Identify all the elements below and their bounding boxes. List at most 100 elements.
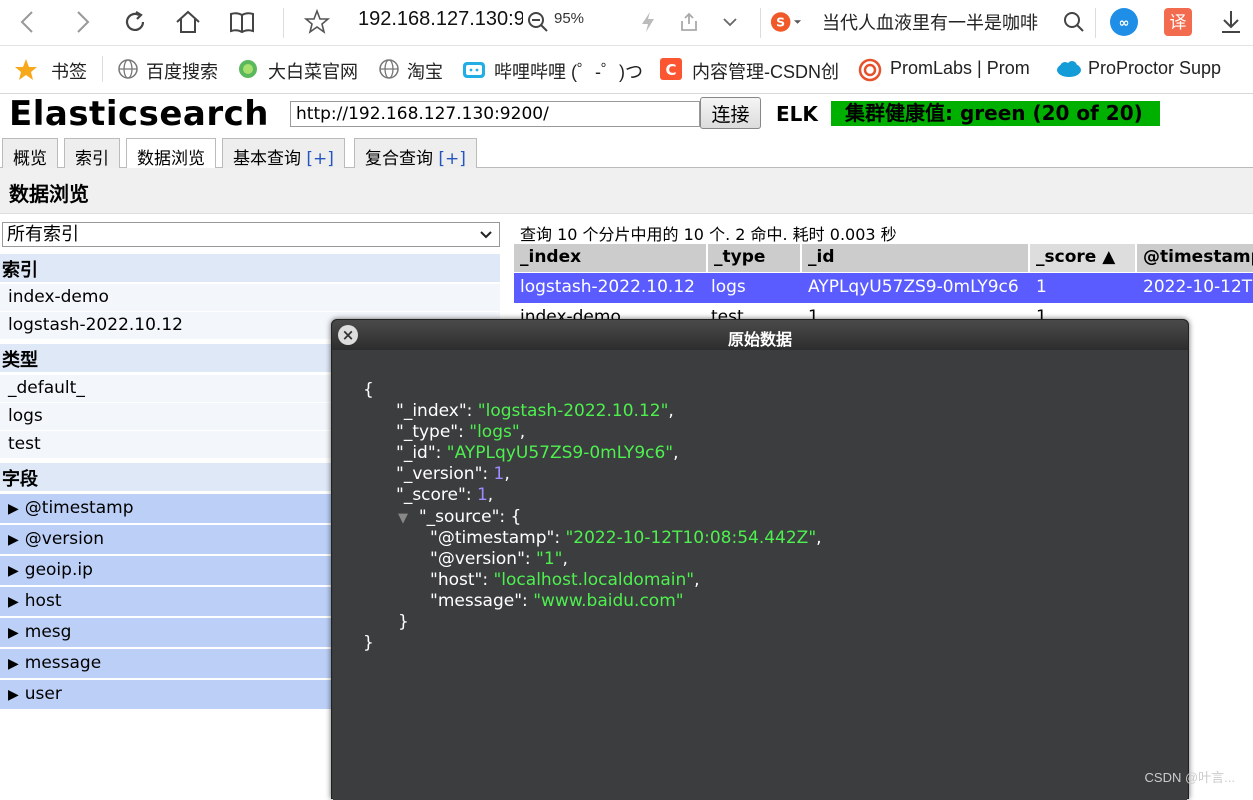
app-title: Elasticsearch: [9, 94, 269, 134]
bookmark-baidu[interactable]: 百度搜索: [146, 58, 218, 84]
svg-text:S: S: [776, 14, 785, 29]
tab-indices[interactable]: 索引: [64, 138, 120, 168]
tab-overview[interactable]: 概览: [2, 138, 58, 168]
cell: 1: [1036, 277, 1047, 297]
raw-data-dialog: × 原始数据 { "_index": "logstash-2022.10.12"…: [331, 319, 1189, 799]
expand-icon: ▶: [8, 563, 19, 579]
chevron-down-icon[interactable]: [714, 6, 746, 38]
field-label: host: [25, 591, 62, 611]
results-header: _index _type _id _score ▲ @timestamp: [514, 244, 1253, 272]
field-label: mesg: [25, 622, 72, 642]
bookmark-promlabs[interactable]: PromLabs | Prom: [890, 58, 1036, 79]
zoom-icon[interactable]: [522, 6, 554, 38]
tab-bar: 概览 索引 数据浏览 基本查询 [+] 复合查询 [+]: [0, 138, 1253, 168]
dialog-title: 原始数据: [332, 326, 1188, 350]
cell: AYPLqyU57ZS9-0mLY9c6: [808, 277, 1026, 297]
expand-icon: ▶: [8, 594, 19, 610]
translate-icon[interactable]: 译: [1162, 6, 1194, 38]
connect-button[interactable]: 连接: [700, 97, 761, 129]
svg-text:译: 译: [1170, 13, 1187, 33]
indices-header: 索引: [0, 254, 500, 282]
index-select-value: 所有索引: [7, 224, 79, 245]
reader-icon[interactable]: [226, 6, 258, 38]
json-line: "@timestamp": "2022-10-12T10:08:54.442Z"…: [430, 528, 822, 548]
column-header-sorted[interactable]: _score ▲: [1030, 244, 1137, 272]
sogou-search-icon[interactable]: S: [770, 6, 802, 38]
globe-icon: [117, 58, 139, 80]
bookmarks-bar: 书签 百度搜索 大白菜官网 淘宝 哔哩哔哩 (゜-゜)つ C 内容管理-CSDN…: [0, 46, 1253, 94]
search-icon[interactable]: [1058, 6, 1090, 38]
cell: 2022-10-12T: [1143, 277, 1253, 297]
json-line[interactable]: ▼ "_source": {: [398, 507, 521, 527]
dialog-titlebar[interactable]: × 原始数据: [332, 320, 1188, 350]
cluster-name: ELK: [776, 102, 818, 126]
bookmark-dabaicai[interactable]: 大白菜官网: [268, 58, 358, 84]
browser-toolbar: 192.168.127.130:9 95% S 当代人血液里有一半是咖啡 ∞ 译: [0, 0, 1253, 46]
column-header[interactable]: @timestamp: [1137, 244, 1253, 272]
bookmark-bilibili[interactable]: 哔哩哔哩 (゜-゜)つ: [494, 58, 644, 84]
extension-icon[interactable]: ∞: [1108, 6, 1140, 38]
globe-icon: [378, 58, 400, 80]
bookmark-csdn[interactable]: 内容管理-CSDN创: [692, 58, 838, 84]
download-icon[interactable]: [1215, 6, 1247, 38]
expand-icon: ▶: [8, 687, 19, 703]
expand-icon: ▶: [8, 625, 19, 641]
json-line: "_id": "AYPLqyU57ZS9-0mLY9c6",: [396, 443, 679, 463]
bookmark-proproctor[interactable]: ProProctor Supp: [1088, 58, 1238, 79]
page-title-band: [0, 168, 1253, 214]
tab-browser[interactable]: 数据浏览: [126, 138, 216, 169]
connection-url-input[interactable]: http://192.168.127.130:9200/: [290, 101, 700, 127]
zoom-level: 95%: [554, 10, 584, 27]
share-icon[interactable]: [673, 6, 705, 38]
field-label: geoip.ip: [25, 560, 93, 580]
tab-label: 概览: [13, 149, 47, 169]
svg-text:C: C: [665, 61, 676, 79]
column-header[interactable]: _index: [514, 244, 708, 272]
json-brace: }: [398, 612, 409, 632]
svg-text:∞: ∞: [1119, 16, 1130, 31]
json-line: "_index": "logstash-2022.10.12",: [396, 401, 674, 421]
home-icon[interactable]: [172, 6, 204, 38]
json-viewer: { "_index": "logstash-2022.10.12", "_typ…: [333, 350, 1187, 800]
tab-label: 索引: [75, 149, 109, 169]
lightning-icon[interactable]: [632, 6, 664, 38]
bookmark-taobao[interactable]: 淘宝: [407, 58, 443, 84]
back-icon[interactable]: [12, 6, 44, 38]
tab-compound-query[interactable]: 复合查询 [+]: [354, 138, 477, 168]
chevron-down-icon: [479, 223, 493, 253]
tab-plus[interactable]: [+]: [306, 149, 334, 169]
expand-icon: ▶: [8, 656, 19, 672]
column-header[interactable]: _id: [802, 244, 1030, 272]
collapse-triangle-icon[interactable]: ▼: [398, 511, 408, 526]
json-line: "_version": 1,: [396, 464, 510, 484]
tab-plus[interactable]: [+]: [438, 149, 466, 169]
bookmark-folder[interactable]: 书签: [51, 58, 87, 84]
json-brace: }: [363, 633, 374, 653]
address-bar[interactable]: 192.168.127.130:9: [358, 8, 523, 31]
bilibili-icon: [462, 58, 484, 80]
json-brace: {: [363, 380, 374, 400]
search-input[interactable]: 当代人血液里有一半是咖啡: [822, 9, 1054, 35]
tab-label: 复合查询: [365, 149, 433, 169]
tab-label: 基本查询: [233, 149, 301, 169]
star-icon[interactable]: [301, 6, 333, 38]
cabbage-icon: [237, 58, 259, 80]
tab-label: 数据浏览: [137, 149, 205, 169]
index-select[interactable]: 所有索引: [2, 222, 500, 247]
field-label: message: [25, 653, 101, 673]
promlabs-icon: [858, 58, 880, 80]
index-item[interactable]: index-demo: [0, 284, 500, 312]
table-row[interactable]: logstash-2022.10.12 logs AYPLqyU57ZS9-0m…: [514, 273, 1253, 303]
tab-basic-query[interactable]: 基本查询 [+]: [222, 138, 345, 168]
field-label: user: [25, 684, 62, 704]
cell: logs: [711, 277, 746, 297]
json-line: "message": "www.baidu.com": [430, 591, 684, 611]
expand-icon: ▶: [8, 532, 19, 548]
forward-icon[interactable]: [66, 6, 98, 38]
column-header[interactable]: _type: [708, 244, 802, 272]
field-label: @timestamp: [25, 498, 134, 518]
page-title: 数据浏览: [9, 178, 89, 207]
json-line: "host": "localhost.localdomain",: [430, 570, 700, 590]
csdn-icon: C: [660, 58, 682, 80]
reload-icon[interactable]: [119, 6, 151, 38]
